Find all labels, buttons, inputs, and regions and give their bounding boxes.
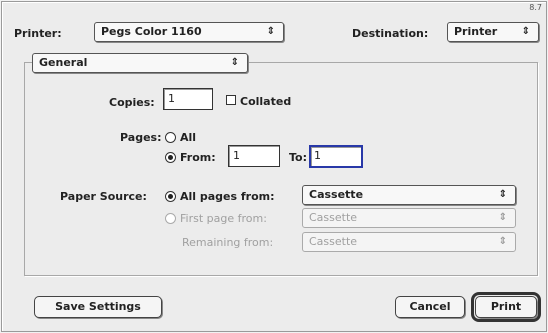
pages-to-label: To: [289,151,307,164]
save-settings-button[interactable]: Save Settings [34,296,162,318]
cancel-button[interactable]: Cancel [395,296,465,318]
destination-popup[interactable]: Printer ⇕ [447,22,539,42]
all-pages-from-popup[interactable]: Cassette ⇕ [302,185,516,205]
first-page-from-radio[interactable] [165,213,176,224]
destination-label: Destination: [352,27,429,40]
popup-arrows-icon: ⇕ [230,57,239,68]
corner-version-text: 8.7 [529,3,542,12]
all-pages-from-value: Cassette [309,188,364,201]
remaining-from-value: Cassette [309,235,358,248]
pages-all-label: All [180,131,197,144]
popup-arrows-icon: ⇕ [498,236,507,247]
popup-arrows-icon: ⇕ [521,26,530,37]
pages-from-label: From: [180,151,216,164]
panel-popup[interactable]: General ⇕ [32,53,248,73]
first-page-from-popup[interactable]: Cassette ⇕ [302,208,516,228]
popup-arrows-icon: ⇕ [498,212,507,223]
collated-checkbox[interactable] [226,95,236,105]
destination-popup-value: Printer [454,25,498,38]
copies-label: Copies: [109,96,155,109]
panel-popup-value: General [39,56,88,69]
pages-from-field[interactable]: 1 [228,145,280,167]
print-button[interactable]: Print [475,296,537,318]
all-pages-from-label: All pages from: [180,190,275,203]
paper-source-label: Paper Source: [60,190,147,203]
pages-to-field[interactable]: 1 [309,145,363,168]
pages-all-radio[interactable] [165,132,176,143]
remaining-from-popup[interactable]: Cassette ⇕ [302,232,516,252]
remaining-from-label: Remaining from: [182,236,274,249]
first-page-from-label: First page from: [180,212,267,225]
printer-popup[interactable]: Pegs Color 1160 ⇕ [94,22,284,42]
popup-arrows-icon: ⇕ [266,26,275,37]
all-pages-from-radio[interactable] [165,191,176,202]
pages-label: Pages: [120,131,162,144]
copies-field[interactable]: 1 [163,88,213,110]
printer-label: Printer: [14,27,62,40]
popup-arrows-icon: ⇕ [498,189,507,200]
first-page-from-value: Cassette [309,211,358,224]
printer-popup-value: Pegs Color 1160 [101,25,202,38]
print-dialog: 8.7 Printer: Pegs Color 1160 ⇕ Destinati… [1,1,547,332]
collated-label: Collated [240,95,292,108]
pages-from-radio[interactable] [165,152,176,163]
